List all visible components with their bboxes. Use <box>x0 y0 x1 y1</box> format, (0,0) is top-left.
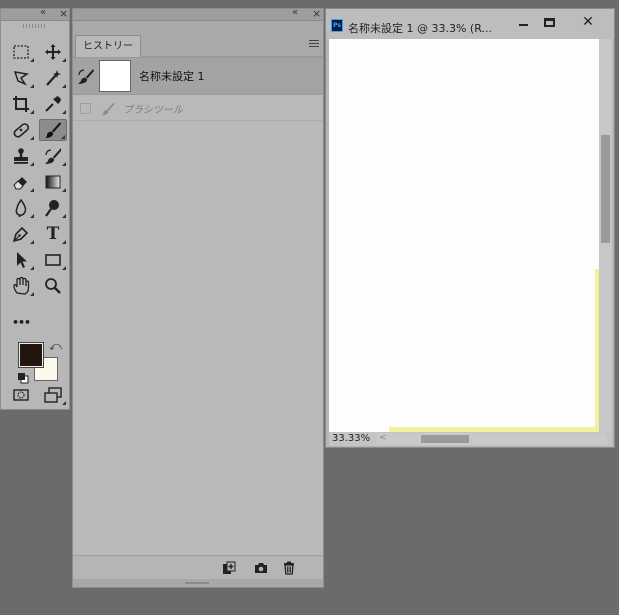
panel-grip[interactable] <box>23 24 47 28</box>
new-document-from-state-icon[interactable] <box>221 560 237 576</box>
collapse-panel-button[interactable]: « <box>292 7 298 18</box>
tool-flyout-indicator <box>62 214 66 218</box>
tool-flyout-indicator <box>62 401 66 405</box>
tool-flyout-indicator <box>30 84 34 88</box>
gradient-tool-icon[interactable] <box>39 171 67 193</box>
history-tabbar: ヒストリー <box>73 21 323 57</box>
horizontal-scroll-thumb[interactable] <box>421 435 469 443</box>
tool-flyout-indicator <box>30 240 34 244</box>
zoom-level[interactable]: 33.33% <box>332 432 370 446</box>
tools-panel-topbar: « × <box>1 7 69 21</box>
healing-brush-tool-icon[interactable] <box>7 119 35 141</box>
quick-mask-icon[interactable] <box>7 384 35 406</box>
snapshot-camera-icon[interactable] <box>253 560 269 576</box>
snapshot-label: 名称未設定 1 <box>139 70 205 83</box>
tool-flyout-indicator <box>62 266 66 270</box>
minimize-icon <box>518 24 528 26</box>
foreground-color-swatch[interactable] <box>18 342 44 368</box>
photoshop-app-icon: Ps <box>331 19 343 32</box>
pen-tool-icon[interactable] <box>7 223 35 245</box>
history-brush-source-icon[interactable] <box>77 67 95 85</box>
blur-tool-icon[interactable] <box>7 197 35 219</box>
trash-icon[interactable] <box>281 560 297 576</box>
hand-tool-icon[interactable] <box>7 275 35 297</box>
clone-stamp-tool-icon[interactable] <box>7 145 35 167</box>
path-selection-tool-icon[interactable] <box>7 249 35 271</box>
tool-flyout-indicator <box>30 266 34 270</box>
close-panel-button[interactable]: × <box>59 7 68 20</box>
brush-icon <box>101 102 115 115</box>
type-tool-glyph: T <box>46 224 60 244</box>
brush-tool-icon[interactable] <box>39 119 67 141</box>
eraser-tool-icon[interactable] <box>7 171 35 193</box>
close-panel-button[interactable]: × <box>312 7 321 20</box>
more-tools-icon[interactable]: ••• <box>7 311 35 333</box>
more-tools-glyph: ••• <box>11 315 31 329</box>
history-brush-tool-icon[interactable] <box>39 145 67 167</box>
document-window: Ps 名称未設定 1 @ 33.3% (R... ✕ 33.33% < <box>325 8 615 448</box>
scroll-left-icon[interactable]: < <box>379 433 387 443</box>
magic-wand-tool-icon[interactable] <box>39 67 67 89</box>
tool-flyout-indicator <box>30 110 34 114</box>
move-tool-icon[interactable] <box>39 41 67 63</box>
collapse-panel-button[interactable]: « <box>40 7 46 18</box>
dodge-tool-icon[interactable] <box>39 197 67 219</box>
tool-flyout-indicator <box>30 58 34 62</box>
eyedropper-tool-icon[interactable] <box>39 93 67 115</box>
type-tool-icon[interactable]: T <box>39 223 67 245</box>
tool-flyout-indicator <box>30 292 34 296</box>
horizontal-scrollbar[interactable]: < <box>377 433 607 445</box>
history-state[interactable]: ブラシツール <box>73 97 323 121</box>
maximize-button[interactable] <box>533 13 565 31</box>
lasso-tool-icon[interactable] <box>7 67 35 89</box>
tab-history[interactable]: ヒストリー <box>75 35 141 57</box>
document-canvas[interactable] <box>329 39 601 434</box>
document-statusbar: 33.33% < <box>329 432 612 446</box>
tool-flyout-indicator <box>30 136 34 140</box>
maximize-icon <box>543 17 555 27</box>
tool-flyout-indicator <box>62 84 66 88</box>
marquee-tool-icon[interactable] <box>7 41 35 63</box>
tool-flyout-indicator <box>62 162 66 166</box>
history-panel-topbar: « × <box>73 7 323 21</box>
tool-flyout-indicator <box>62 58 66 62</box>
document-title: 名称未設定 1 @ 33.3% (R... <box>348 22 492 35</box>
tool-flyout-indicator <box>62 188 66 192</box>
screen-mode-icon[interactable] <box>39 384 67 406</box>
rectangle-tool-icon[interactable] <box>39 249 67 271</box>
swap-colors-icon[interactable]: ⤺ <box>49 339 62 354</box>
tool-flyout-indicator <box>61 135 65 139</box>
crop-tool-icon[interactable] <box>7 93 35 115</box>
tool-flyout-indicator <box>62 110 66 114</box>
history-footer <box>73 555 323 579</box>
history-brush-source-checkbox[interactable] <box>80 103 91 114</box>
vertical-scrollbar[interactable] <box>599 39 612 432</box>
history-panel: « × ヒストリー 名称未設定 1 ブラシツール <box>72 7 324 588</box>
history-snapshot[interactable]: 名称未設定 1 <box>73 57 323 95</box>
tool-flyout-indicator <box>30 162 34 166</box>
tool-flyout-indicator <box>62 240 66 244</box>
vertical-scroll-thumb[interactable] <box>601 135 610 243</box>
document-titlebar[interactable]: Ps 名称未設定 1 @ 33.3% (R... ✕ <box>326 9 614 39</box>
default-colors-icon[interactable] <box>17 372 29 384</box>
panel-resize-grip[interactable] <box>73 579 323 587</box>
zoom-tool-icon[interactable] <box>39 275 67 297</box>
history-state-label: ブラシツール <box>123 105 183 116</box>
tool-flyout-indicator <box>30 214 34 218</box>
tool-flyout-indicator <box>30 188 34 192</box>
snapshot-thumbnail <box>99 60 131 92</box>
panel-menu-icon[interactable] <box>309 40 319 48</box>
tools-panel: « × T ••• ⤺ <box>0 7 70 410</box>
close-window-button[interactable]: ✕ <box>572 13 604 31</box>
